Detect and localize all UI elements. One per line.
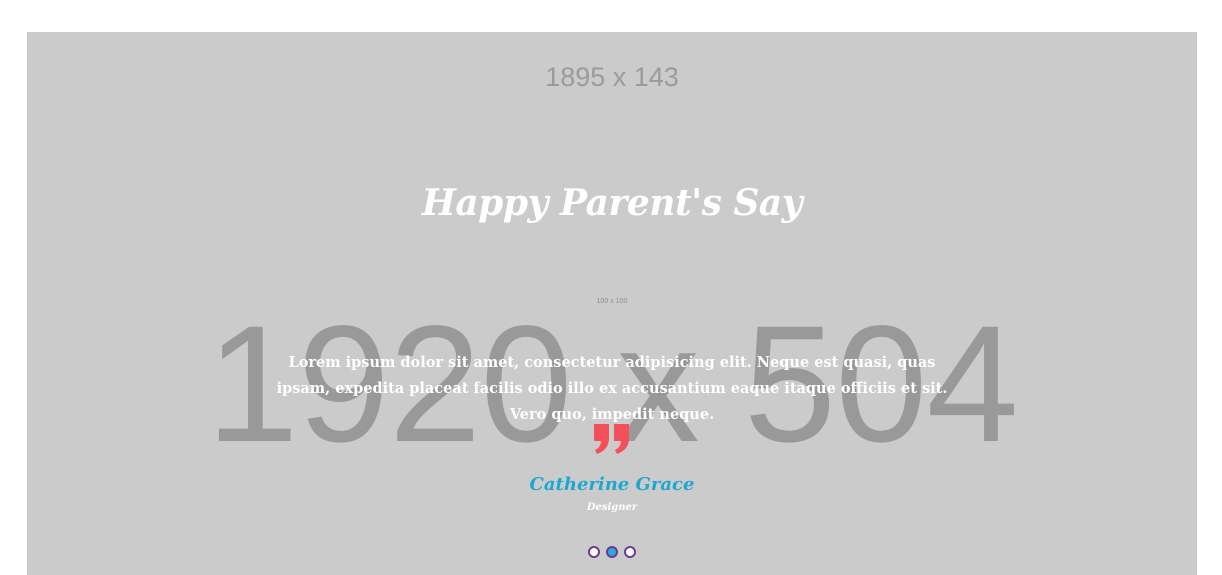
carousel-dot-active[interactable]	[606, 546, 618, 558]
carousel-dot[interactable]	[588, 546, 600, 558]
testimonial-section: 1920 x 504 1895 x 143 Happy Parent's Say…	[27, 32, 1197, 575]
header-placeholder: 1895 x 143	[545, 62, 679, 92]
testimonial-author-role: Designer	[586, 502, 638, 513]
carousel-dot[interactable]	[624, 546, 636, 558]
testimonial-text: Lorem ipsum dolor sit amet, consectetur …	[276, 354, 948, 423]
avatar: 100 x 100	[596, 298, 628, 305]
section-title: Happy Parent's Say	[421, 182, 803, 224]
quote-right-icon	[594, 424, 630, 458]
carousel-pagination	[27, 546, 1197, 558]
testimonial-author-name: Catherine Grace	[529, 474, 695, 495]
